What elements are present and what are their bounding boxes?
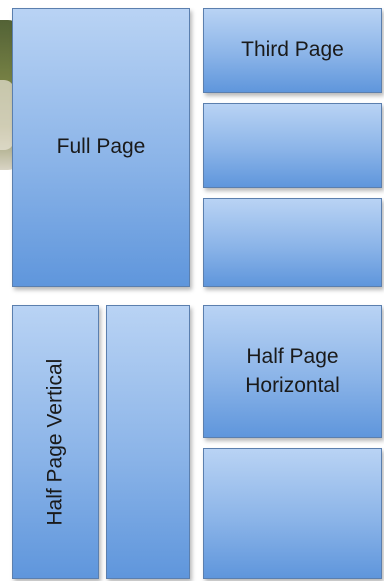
half-page-horizontal-box-top: Half Page Horizontal [203, 305, 382, 438]
half-page-horizontal-label: Half Page Horizontal [245, 345, 340, 397]
third-page-box-middle [203, 103, 382, 188]
half-page-vertical-box-right [106, 305, 190, 579]
third-page-box-top: Third Page [203, 8, 382, 93]
full-page-box: Full Page [12, 8, 190, 287]
half-page-vertical-label: Half Page Vertical [43, 358, 67, 526]
third-page-box-bottom [203, 198, 382, 287]
half-page-vertical-box-left: Half Page Vertical [12, 305, 99, 579]
third-page-label: Third Page [241, 38, 344, 62]
half-page-horizontal-box-bottom [203, 448, 382, 579]
full-page-label: Full Page [56, 135, 146, 159]
